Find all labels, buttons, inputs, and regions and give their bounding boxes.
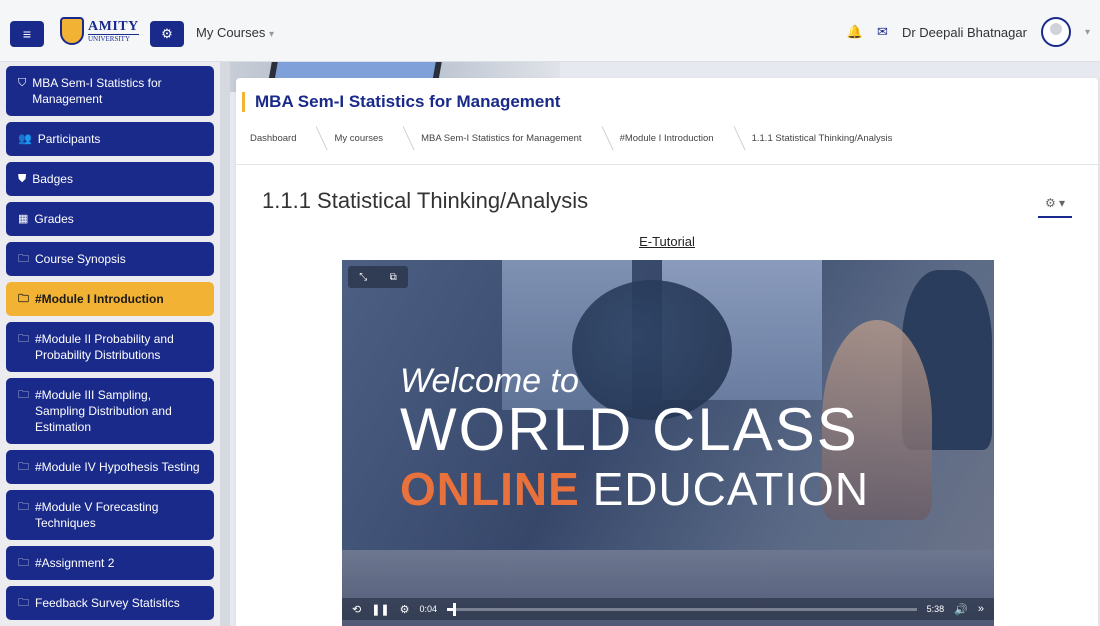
progress-handle[interactable]: [452, 602, 456, 616]
sidebar-item-participants[interactable]: 👥 Participants: [6, 122, 214, 156]
graduation-cap-icon: ⛉: [18, 77, 27, 89]
sidebar-item-label: #Assignment 2: [35, 556, 115, 570]
shield-icon: ⛊: [18, 173, 27, 185]
sidebar-divider: [220, 62, 230, 626]
folder-icon: 🗀: [18, 253, 29, 265]
course-title[interactable]: MBA Sem-I Statistics for Management: [242, 92, 560, 112]
skip-forward-icon[interactable]: »: [978, 603, 984, 615]
breadcrumb-separator: [302, 126, 329, 150]
logo-shield-icon: [60, 17, 84, 45]
video-player[interactable]: ⤡ ⧉ Welcome to WORLD CLASS ONLINE EDUCAT…: [342, 260, 994, 626]
users-icon: 👥: [18, 133, 32, 145]
breadcrumb-my-courses[interactable]: My courses: [334, 133, 383, 144]
amity-logo[interactable]: AMITY UNIVERSITY: [60, 14, 140, 48]
gear-icon: ⚙ ▾: [1044, 196, 1066, 210]
sidebar-item-label: #Module V Forecasting Techniques: [35, 500, 159, 530]
sidebar-item-feedback[interactable]: 🗀 Feedback Survey Statistics: [6, 586, 214, 620]
sidebar-item-course-home[interactable]: ⛉ MBA Sem-I Statistics for Management: [6, 66, 214, 116]
video-education-text: EDUCATION: [592, 463, 870, 515]
sidebar-item-label: Feedback Survey Statistics: [35, 596, 180, 610]
breadcrumb-course[interactable]: MBA Sem-I Statistics for Management: [421, 133, 582, 144]
gear-icon: ⚙: [161, 26, 173, 41]
replay-icon[interactable]: ⟲: [352, 603, 361, 616]
video-online-text: ONLINE: [400, 463, 580, 515]
header-divider: [236, 164, 1098, 165]
settings-icon[interactable]: ⚙: [400, 603, 410, 616]
breadcrumb-module[interactable]: #Module I Introduction: [620, 133, 714, 144]
sidebar-item-label: #Module III Sampling, Sampling Distribut…: [35, 388, 172, 434]
top-navbar: ≡ AMITY UNIVERSITY ⚙ My Courses ▾ 🔔 ✉ Dr…: [0, 0, 1100, 62]
sidebar-item-course-synopsis[interactable]: 🗀 Course Synopsis: [6, 242, 214, 276]
folder-icon: 🗀: [18, 501, 29, 513]
breadcrumb-separator: [719, 126, 746, 150]
breadcrumb-separator: [389, 126, 415, 150]
folder-icon: 🗀: [18, 389, 29, 401]
envelope-icon[interactable]: ✉: [877, 24, 888, 40]
sidebar-item-label: Badges: [32, 172, 73, 186]
video-subheadline: ONLINE EDUCATION: [400, 466, 869, 512]
sidebar-item-badges[interactable]: ⛊ Badges: [6, 162, 214, 196]
video-progress-bar[interactable]: [447, 602, 917, 616]
table-icon: ▦: [18, 213, 29, 225]
hamburger-menu-button[interactable]: ≡: [10, 21, 44, 47]
sidebar-item-module-4[interactable]: 🗀 #Module IV Hypothesis Testing: [6, 450, 214, 484]
settings-toggle-button[interactable]: ⚙: [150, 21, 184, 47]
main-content-card: MBA Sem-I Statistics for Management Dash…: [236, 78, 1098, 626]
my-courses-dropdown[interactable]: My Courses ▾: [196, 25, 274, 40]
sidebar-item-assignment-2[interactable]: 🗀 #Assignment 2: [6, 546, 214, 580]
sidebar-item-grades[interactable]: ▦ Grades: [6, 202, 214, 236]
breadcrumb: Dashboard My courses MBA Sem-I Statistic…: [250, 126, 892, 150]
folder-icon: 🗀: [18, 597, 29, 609]
breadcrumb-separator: [587, 126, 614, 150]
video-headline-text: WORLD CLASS: [400, 396, 859, 463]
breadcrumb-current[interactable]: 1.1.1 Statistical Thinking/Analysis: [752, 133, 893, 144]
user-area: 🔔 ✉ Dr Deepali Bhatnagar ▾: [847, 17, 1090, 47]
sidebar-item-module-5[interactable]: 🗀 #Module V Forecasting Techniques: [6, 490, 214, 540]
breadcrumb-dashboard[interactable]: Dashboard: [250, 133, 296, 144]
picture-in-picture-icon[interactable]: ⧉: [390, 272, 397, 283]
folder-icon: 🗀: [18, 333, 29, 345]
sidebar-item-label: #Module IV Hypothesis Testing: [35, 460, 200, 474]
sidebar-item-module-3[interactable]: 🗀 #Module III Sampling, Sampling Distrib…: [6, 378, 214, 444]
sidebar-item-label: MBA Sem-I Statistics for Management: [32, 76, 162, 106]
sidebar-item-label: Grades: [34, 212, 74, 226]
sidebar-item-label: #Module I Introduction: [35, 292, 164, 306]
page-title: 1.1.1 Statistical Thinking/Analysis: [262, 188, 589, 213]
logo-subtext: UNIVERSITY: [88, 33, 139, 43]
video-current-time: 0:04: [419, 604, 438, 614]
my-courses-label: My Courses: [196, 25, 266, 40]
course-sidebar: ⛉ MBA Sem-I Statistics for Management 👥 …: [0, 62, 220, 626]
avatar[interactable]: [1040, 17, 1071, 47]
pause-icon[interactable]: ❚❚: [371, 603, 389, 616]
sidebar-item-module-2[interactable]: 🗀 #Module II Probability and Probability…: [6, 322, 214, 372]
volume-icon[interactable]: 🔊: [954, 603, 968, 616]
video-duration: 5:38: [926, 604, 945, 614]
page-actions-menu-button[interactable]: ⚙ ▾: [1038, 192, 1072, 218]
sidebar-item-module-1[interactable]: 🗀 #Module I Introduction: [6, 282, 214, 316]
sidebar-item-label: Participants: [37, 132, 101, 146]
fullscreen-icon[interactable]: ⤡: [359, 272, 367, 283]
video-top-controls: ⤡ ⧉: [348, 266, 408, 288]
chevron-down-icon: ▾: [268, 29, 275, 40]
user-name[interactable]: Dr Deepali Bhatnagar: [902, 25, 1027, 40]
hamburger-icon: ≡: [22, 26, 32, 42]
folder-icon: 🗀: [18, 293, 29, 305]
logo-text: AMITY: [88, 18, 139, 34]
sidebar-item-label: Course Synopsis: [35, 252, 126, 266]
sidebar-item-label: #Module II Probability and Probability D…: [35, 332, 174, 362]
folder-icon: 🗀: [18, 557, 29, 569]
bell-icon[interactable]: 🔔: [847, 24, 863, 40]
video-control-bar: ⟲ ❚❚ ⚙ 0:04 5:38 🔊 »: [342, 598, 994, 620]
chevron-down-icon[interactable]: ▾: [1085, 27, 1090, 38]
e-tutorial-link[interactable]: E-Tutorial: [236, 234, 1098, 249]
folder-icon: 🗀: [18, 461, 29, 473]
